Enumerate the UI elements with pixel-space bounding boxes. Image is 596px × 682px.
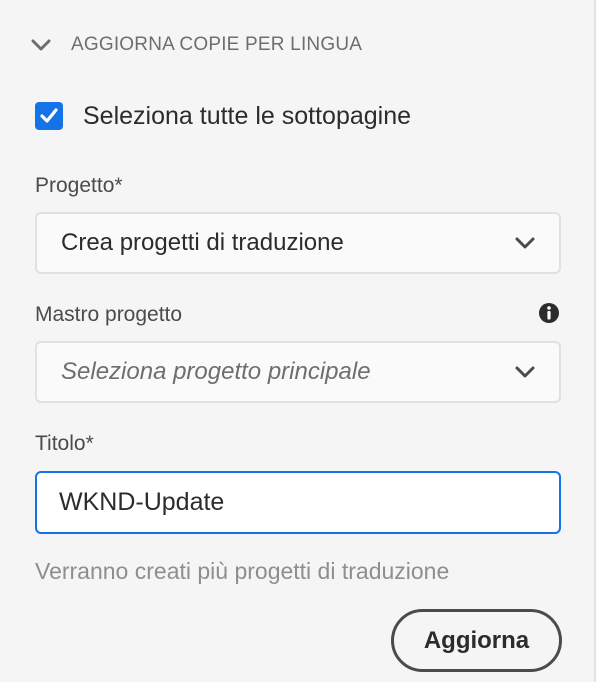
select-all-subpages-label: Seleziona tutte le sottopagine [83,101,412,130]
project-select[interactable]: Crea progetti di traduzione [35,212,561,274]
chevron-down-icon [30,34,52,56]
title-label: Titolo* [35,432,94,455]
master-project-select[interactable]: Seleziona progetto principale [35,341,561,403]
master-project-label: Mastro progetto [35,303,183,326]
project-select-value: Crea progetti di traduzione [61,229,344,256]
chevron-down-icon [513,360,537,384]
update-button[interactable]: Aggiorna [391,609,562,672]
checkmark-icon [40,108,58,123]
checkbox-checked[interactable] [35,102,63,130]
title-input[interactable] [35,471,561,534]
project-label: Progetto* [35,174,123,197]
help-text: Verranno creati più progetti di traduzio… [35,558,450,584]
section-title: AGGIORNA COPIE PER LINGUA [71,34,363,55]
section-header-update-language-copies[interactable]: AGGIORNA COPIE PER LINGUA [30,30,362,60]
select-all-subpages-checkbox[interactable]: Seleziona tutte le sottopagine [35,99,411,133]
language-copies-panel: AGGIORNA COPIE PER LINGUA Seleziona tutt… [0,0,596,682]
chevron-down-icon [513,231,537,255]
info-icon[interactable] [538,302,560,324]
master-project-placeholder: Seleziona progetto principale [61,358,371,385]
